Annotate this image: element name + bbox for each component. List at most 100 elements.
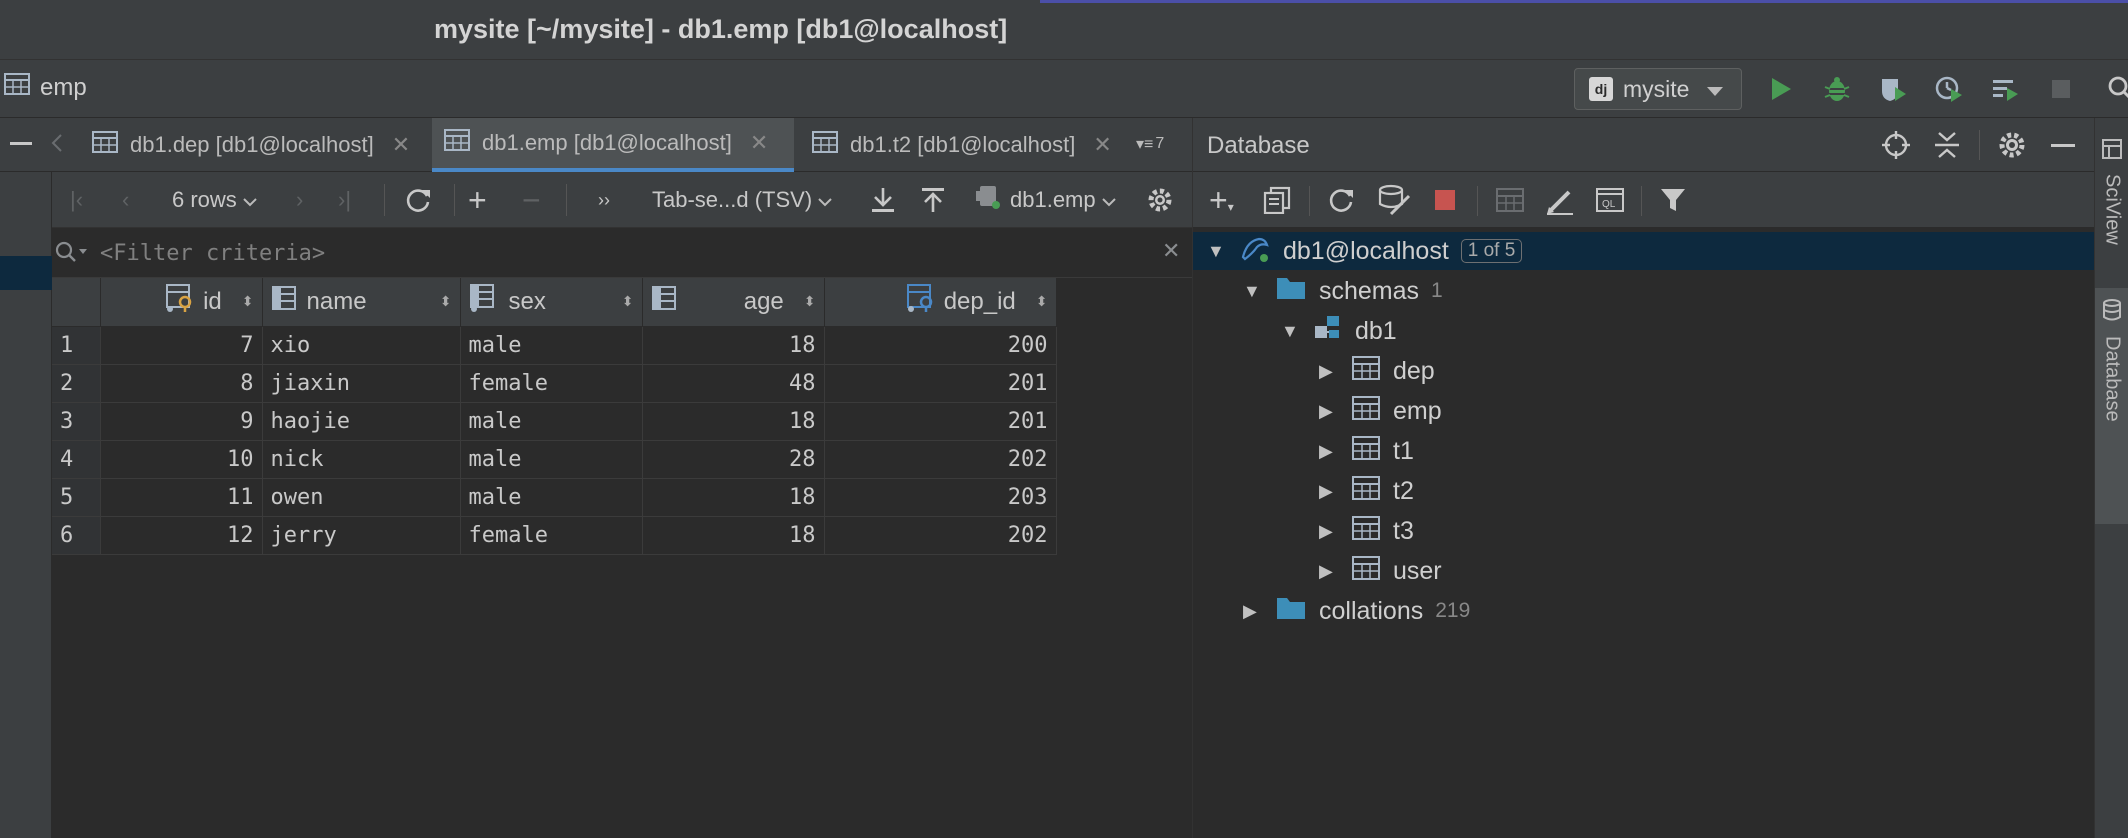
close-icon[interactable]: ✕ [392, 132, 410, 158]
scroll-tabs-left-icon[interactable] [50, 132, 64, 159]
table-row[interactable]: 4 10 nick male 28 202 [52, 440, 1057, 479]
collapse-arrow-icon[interactable]: ▼ [1243, 281, 1263, 302]
tree-node-datasource[interactable]: ▼ db1@localhost 1 of 5 [1193, 232, 2095, 270]
query-console-icon[interactable]: QL [1595, 186, 1625, 219]
sciview-tool-tab[interactable]: SciView [2095, 138, 2128, 245]
database-tool-tab[interactable]: Database [2095, 288, 2128, 524]
schema-count-badge[interactable]: 1 of 5 [1460, 239, 1523, 263]
rows-count-select[interactable]: 6 rows [172, 182, 257, 218]
tree-node-table-dep[interactable]: ▶ dep [1319, 352, 1435, 390]
expand-arrow-icon[interactable]: ▶ [1319, 561, 1339, 582]
table-row[interactable]: 6 12 jerry female 18 202 [52, 516, 1057, 555]
gear-icon[interactable] [1997, 130, 2027, 165]
cell-name[interactable]: haojie [262, 402, 461, 441]
sort-icon[interactable]: ⬍ [804, 293, 816, 310]
column-header-sex[interactable]: sex ⬍ [460, 278, 643, 327]
cell-dep-id[interactable]: 203 [824, 478, 1057, 517]
tree-node-schema-db1[interactable]: ▼ db1 [1281, 312, 1397, 350]
export-download-icon[interactable] [870, 182, 896, 218]
table-row[interactable]: 1 7 xio male 18 200 [52, 326, 1057, 365]
cell-dep-id[interactable]: 200 [824, 326, 1057, 365]
cell-dep-id[interactable]: 201 [824, 402, 1057, 441]
cell-sex[interactable]: male [460, 402, 643, 441]
cell-sex[interactable]: male [460, 478, 643, 517]
collapse-arrow-icon[interactable]: ▼ [1207, 241, 1227, 262]
stop-icon[interactable] [1433, 188, 1457, 217]
close-icon[interactable]: ✕ [750, 130, 768, 156]
tree-node-schemas[interactable]: ▼ schemas 1 [1243, 272, 1443, 310]
cell-name[interactable]: jerry [262, 516, 461, 555]
extractor-format-select[interactable]: Tab-se...d (TSV) [652, 182, 832, 218]
expand-arrow-icon[interactable]: ▶ [1319, 441, 1339, 462]
cell-age[interactable]: 18 [642, 478, 825, 517]
schema-properties-icon[interactable] [1377, 184, 1411, 221]
cell-name[interactable]: jiaxin [262, 364, 461, 403]
filter-icon[interactable] [1659, 186, 1687, 219]
cell-age[interactable]: 48 [642, 364, 825, 403]
column-header-name[interactable]: name ⬍ [262, 278, 461, 327]
first-page-icon[interactable]: |‹ [70, 182, 83, 218]
previous-page-icon[interactable]: ‹ [122, 182, 129, 218]
cell-id[interactable]: 9 [100, 402, 263, 441]
next-page-icon[interactable]: › [296, 182, 303, 218]
cell-age[interactable]: 28 [642, 440, 825, 479]
cell-sex[interactable]: male [460, 326, 643, 365]
locate-icon[interactable] [1881, 130, 1911, 165]
tree-node-table-t2[interactable]: ▶ t2 [1319, 472, 1414, 510]
refresh-icon[interactable] [404, 182, 432, 218]
cell-dep-id[interactable]: 202 [824, 440, 1057, 479]
tab-db1-dep[interactable]: db1.dep [db1@localhost] ✕ [80, 118, 422, 172]
cell-age[interactable]: 18 [642, 516, 825, 555]
column-header-id[interactable]: id ⬍ [100, 278, 263, 327]
table-row[interactable]: 3 9 haojie male 18 201 [52, 402, 1057, 441]
sort-icon[interactable]: ⬍ [622, 293, 634, 310]
breadcrumb[interactable]: emp [4, 72, 87, 103]
minimize-icon[interactable] [8, 130, 34, 161]
table-editor-icon[interactable] [1495, 186, 1525, 219]
expand-arrow-icon[interactable]: ▶ [1319, 521, 1339, 542]
refresh-icon[interactable] [1327, 186, 1355, 219]
table-row[interactable]: 5 11 owen male 18 203 [52, 478, 1057, 517]
cell-dep-id[interactable]: 201 [824, 364, 1057, 403]
gear-icon[interactable] [1146, 182, 1174, 218]
filter-criteria-input[interactable] [100, 236, 1140, 270]
remove-row-icon[interactable]: − [522, 182, 541, 218]
cell-id[interactable]: 7 [100, 326, 263, 365]
more-actions-icon[interactable]: ›› [598, 182, 610, 218]
cell-sex[interactable]: female [460, 364, 643, 403]
column-header-age[interactable]: age ⬍ [642, 278, 825, 327]
expand-arrow-icon[interactable]: ▶ [1243, 601, 1263, 622]
coverage-icon[interactable] [1876, 72, 1910, 106]
expand-arrow-icon[interactable]: ▶ [1319, 401, 1339, 422]
edit-pencil-icon[interactable] [1545, 186, 1575, 221]
cell-age[interactable]: 18 [642, 326, 825, 365]
column-header-dep-id[interactable]: dep_id ⬍ [824, 278, 1057, 327]
cell-id[interactable]: 12 [100, 516, 263, 555]
tab-db1-t2[interactable]: db1.t2 [db1@localhost] ✕ [800, 118, 1124, 172]
duplicate-icon[interactable] [1263, 186, 1291, 219]
sort-icon[interactable]: ⬍ [242, 293, 254, 310]
run-configuration-select[interactable]: dj mysite [1574, 68, 1742, 110]
tree-node-table-emp[interactable]: ▶ emp [1319, 392, 1442, 430]
tree-node-collations[interactable]: ▶ collations 219 [1243, 592, 1470, 630]
collapse-all-icon[interactable] [1933, 130, 1961, 165]
upload-icon[interactable] [920, 182, 946, 218]
tab-db1-emp[interactable]: db1.emp [db1@localhost] ✕ [432, 118, 794, 172]
expand-arrow-icon[interactable]: ▶ [1319, 361, 1339, 382]
run-concurrency-icon[interactable] [1988, 72, 2022, 106]
cell-name[interactable]: nick [262, 440, 461, 479]
search-icon[interactable] [2104, 72, 2128, 106]
last-page-icon[interactable]: ›| [338, 182, 351, 218]
profile-icon[interactable] [1932, 72, 1966, 106]
hide-panel-icon[interactable] [2049, 130, 2077, 165]
debug-icon[interactable] [1820, 72, 1854, 106]
tree-node-table-user[interactable]: ▶ user [1319, 552, 1442, 590]
cell-sex[interactable]: male [460, 440, 643, 479]
cell-dep-id[interactable]: 202 [824, 516, 1057, 555]
sort-icon[interactable]: ⬍ [1036, 293, 1048, 310]
cell-id[interactable]: 8 [100, 364, 263, 403]
table-context-select[interactable]: db1.emp [976, 182, 1116, 218]
tree-node-table-t3[interactable]: ▶ t3 [1319, 512, 1414, 550]
cell-sex[interactable]: female [460, 516, 643, 555]
cell-id[interactable]: 11 [100, 478, 263, 517]
